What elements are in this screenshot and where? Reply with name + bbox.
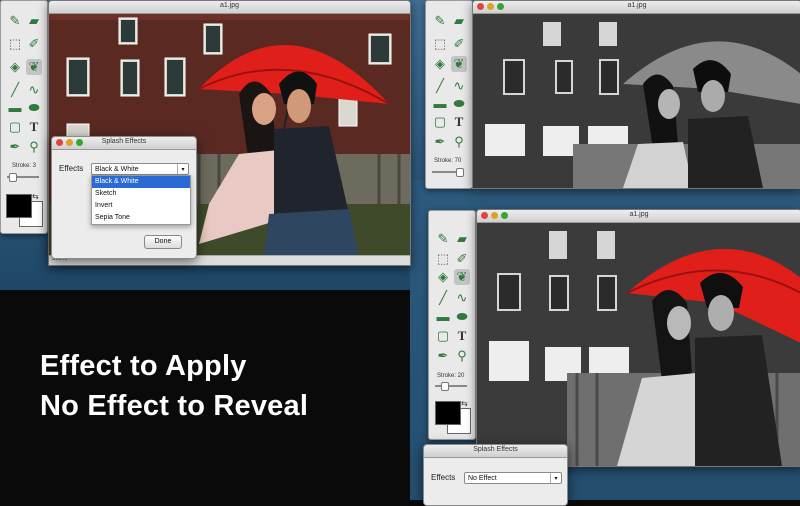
marquee-icon[interactable]: ⬚ [7, 36, 23, 52]
brush-icon[interactable]: ✎ [7, 13, 23, 29]
effects-dropdown-menu: Black & White Sketch Invert Sepia Tone [91, 175, 191, 225]
effects-label: Effects [59, 164, 84, 173]
brush-icon[interactable]: ✎ [435, 231, 451, 247]
effects-label: Effects [431, 473, 456, 482]
title-bar[interactable]: a1.jpg [473, 1, 800, 14]
curve-icon[interactable]: ∿ [451, 78, 467, 94]
dialog-title: Splash Effects [473, 446, 518, 453]
stroke-label: Stroke: 70 [434, 158, 462, 164]
swap-colors-icon[interactable]: ⇆ [32, 192, 39, 201]
stroke-slider[interactable] [435, 382, 467, 391]
chevron-down-icon: ▾ [550, 473, 561, 483]
dialog-title-bar[interactable]: Splash Effects [52, 137, 196, 150]
text-icon[interactable]: T [451, 114, 467, 130]
eyedropper-icon[interactable]: ✒ [432, 134, 448, 150]
foreground-color-swatch[interactable] [435, 401, 461, 425]
menu-option-sketch[interactable]: Sketch [92, 188, 190, 200]
marquee-icon[interactable]: ⬚ [435, 251, 451, 267]
rounded-rect-icon[interactable]: ▢ [7, 119, 23, 135]
brush-icon[interactable]: ✎ [432, 13, 448, 29]
eyedropper-icon[interactable]: ✒ [7, 139, 23, 155]
lasso-icon[interactable]: ✐ [454, 251, 470, 267]
caption-line-1: Effect to Apply [40, 350, 247, 382]
zoom-icon[interactable]: ⚲ [454, 348, 470, 364]
zoom-icon[interactable]: ⚲ [26, 139, 42, 155]
tools-palette-right-bottom: ✎ ▰ ⬚ ✐ ◈ ❦ ╱ ∿ ▬ ⬬ ▢ T ✒ ⚲ Stroke: 20 ⇆ [428, 210, 476, 440]
window-title: a1.jpg [627, 2, 647, 9]
window-title: a1.jpg [219, 2, 240, 9]
stroke-label: Stroke: 20 [437, 373, 465, 379]
zoom-icon[interactable]: ⚲ [451, 134, 467, 150]
effects-select-value: No Effect [468, 475, 497, 482]
marquee-icon[interactable]: ⬚ [432, 36, 448, 52]
dialog-title-bar[interactable]: Splash Effects [424, 445, 567, 458]
splash-effects-dialog-bottom: Splash Effects Effects No Effect ▾ [423, 444, 568, 506]
effects-select[interactable]: No Effect ▾ [464, 472, 562, 484]
swap-colors-icon[interactable]: ⇆ [461, 399, 468, 408]
effects-select[interactable]: Black & White ▾ [91, 163, 189, 175]
ellipse-icon[interactable]: ⬬ [451, 96, 467, 112]
chevron-down-icon: ▾ [177, 164, 188, 174]
curve-icon[interactable]: ∿ [26, 82, 42, 98]
tools-palette-left: ✎ ▰ ⬚ ✐ ◈ ❦ ╱ ∿ ▬ ⬬ ▢ T ✒ ⚲ Stroke: 3 ⇆ [0, 0, 48, 234]
drop-icon[interactable]: ❦ [451, 56, 467, 72]
title-bar[interactable]: a1.jpg [477, 210, 800, 223]
menu-option-black-white[interactable]: Black & White [92, 176, 190, 188]
curve-icon[interactable]: ∿ [454, 290, 470, 306]
dialog-title: Splash Effects [101, 138, 147, 145]
image-window-right-bottom: a1.jpg [476, 209, 800, 467]
effects-select-value: Black & White [95, 166, 139, 173]
title-bar[interactable]: a1.jpg [49, 1, 410, 14]
drop-icon[interactable]: ❦ [454, 269, 470, 285]
line-icon[interactable]: ╱ [435, 290, 451, 306]
rectangle-icon[interactable]: ▬ [7, 100, 23, 116]
foreground-color-swatch[interactable] [6, 194, 32, 218]
eyedropper-icon[interactable]: ✒ [435, 348, 451, 364]
done-button[interactable]: Done [144, 235, 182, 249]
ellipse-icon[interactable]: ⬬ [454, 309, 470, 325]
ellipse-icon[interactable]: ⬬ [26, 100, 42, 116]
splash-effects-dialog: Splash Effects Effects Black & White ▾ B… [51, 136, 197, 259]
eraser-icon[interactable]: ▰ [451, 13, 467, 29]
tools-palette-right-top: ✎ ▰ ⬚ ✐ ◈ ❦ ╱ ∿ ▬ ⬬ ▢ T ✒ ⚲ Stroke: 70 [425, 0, 473, 189]
lasso-icon[interactable]: ✐ [451, 36, 467, 52]
stroke-label: Stroke: 3 [12, 163, 37, 169]
rounded-rect-icon[interactable]: ▢ [432, 114, 448, 130]
lasso-icon[interactable]: ✐ [26, 36, 42, 52]
caption-line-2: No Effect to Reveal [40, 390, 309, 422]
image-window-right-top: a1.jpg [472, 0, 800, 189]
fill-icon[interactable]: ◈ [7, 59, 23, 75]
text-icon[interactable]: T [26, 119, 42, 135]
photo-splash-result[interactable] [477, 223, 800, 466]
menu-option-sepia-tone[interactable]: Sepia Tone [92, 212, 190, 224]
menu-option-invert[interactable]: Invert [92, 200, 190, 212]
window-title: a1.jpg [629, 211, 649, 218]
rounded-rect-icon[interactable]: ▢ [435, 328, 451, 344]
rectangle-icon[interactable]: ▬ [435, 309, 451, 325]
rectangle-icon[interactable]: ▬ [432, 96, 448, 112]
stroke-slider[interactable] [432, 168, 464, 177]
stroke-slider[interactable] [7, 173, 39, 182]
line-icon[interactable]: ╱ [7, 82, 23, 98]
eraser-icon[interactable]: ▰ [26, 13, 42, 29]
line-icon[interactable]: ╱ [432, 78, 448, 94]
fill-icon[interactable]: ◈ [435, 269, 451, 285]
drop-icon[interactable]: ❦ [26, 59, 42, 75]
eraser-icon[interactable]: ▰ [454, 231, 470, 247]
fill-icon[interactable]: ◈ [432, 56, 448, 72]
photo-black-white[interactable] [473, 14, 800, 188]
text-icon[interactable]: T [454, 328, 470, 344]
